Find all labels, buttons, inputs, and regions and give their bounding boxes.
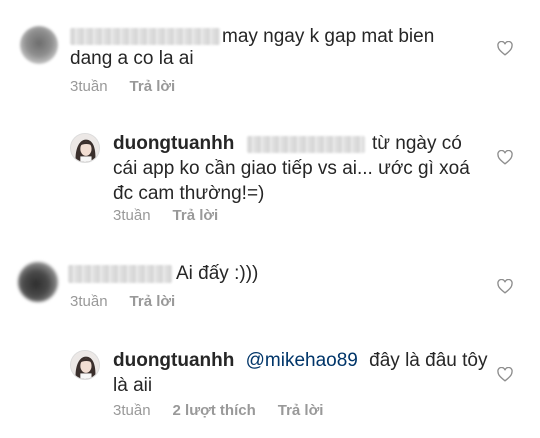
timestamp: 3tuần [113,402,151,419]
heart-outline-icon[interactable] [497,367,513,382]
comment-text-line: cái app ko cần giao tiếp vs ai... ước gì… [113,158,470,179]
blurred-username [68,265,172,283]
blurred-username [70,28,220,45]
comment-text-line: là aii [113,375,153,396]
timestamp: 3tuần [70,293,108,310]
comment-text-line: đc cam thường!=) [113,183,265,204]
likes-count[interactable]: 2 lượt thích [173,402,256,419]
mention-link[interactable]: @mikehao89 [246,350,358,371]
reply-button[interactable]: Trả lời [278,402,324,419]
username[interactable]: duongtuanhh [113,350,234,371]
avatar[interactable] [70,350,100,380]
username[interactable]: duongtuanhh [113,131,234,156]
comment-meta: 3tuần Trả lời [70,293,175,310]
comment-text-line: từ ngày có [372,133,462,154]
reply-button[interactable]: Trả lời [173,207,219,224]
comment-text-line: Ai đấy :))) [176,263,259,284]
comment-meta: 3tuần 2 lượt thích Trả lời [113,402,323,419]
reply-button[interactable]: Trả lời [130,293,176,310]
reply-button[interactable]: Trả lời [130,78,176,95]
comment-meta: 3tuần Trả lời [70,78,175,95]
avatar[interactable] [18,262,58,302]
timestamp: 3tuần [70,78,108,95]
comment-text-line: may ngay k gap mat bien [222,26,435,47]
avatar[interactable] [70,133,100,163]
heart-outline-icon[interactable] [497,41,513,56]
comment-meta: 3tuần Trả lời [113,207,218,224]
heart-outline-icon[interactable] [497,150,513,165]
timestamp: 3tuần [113,207,151,224]
avatar[interactable] [20,26,58,64]
comment-first-line: duongtuanhh @mikehao89 đây là đâu tôy [113,348,487,373]
heart-outline-icon[interactable] [497,279,513,294]
comment-text: đây là đâu tôy [369,350,488,371]
blurred-mention [247,136,365,153]
comment-text-line: dang a co la ai [70,48,194,69]
